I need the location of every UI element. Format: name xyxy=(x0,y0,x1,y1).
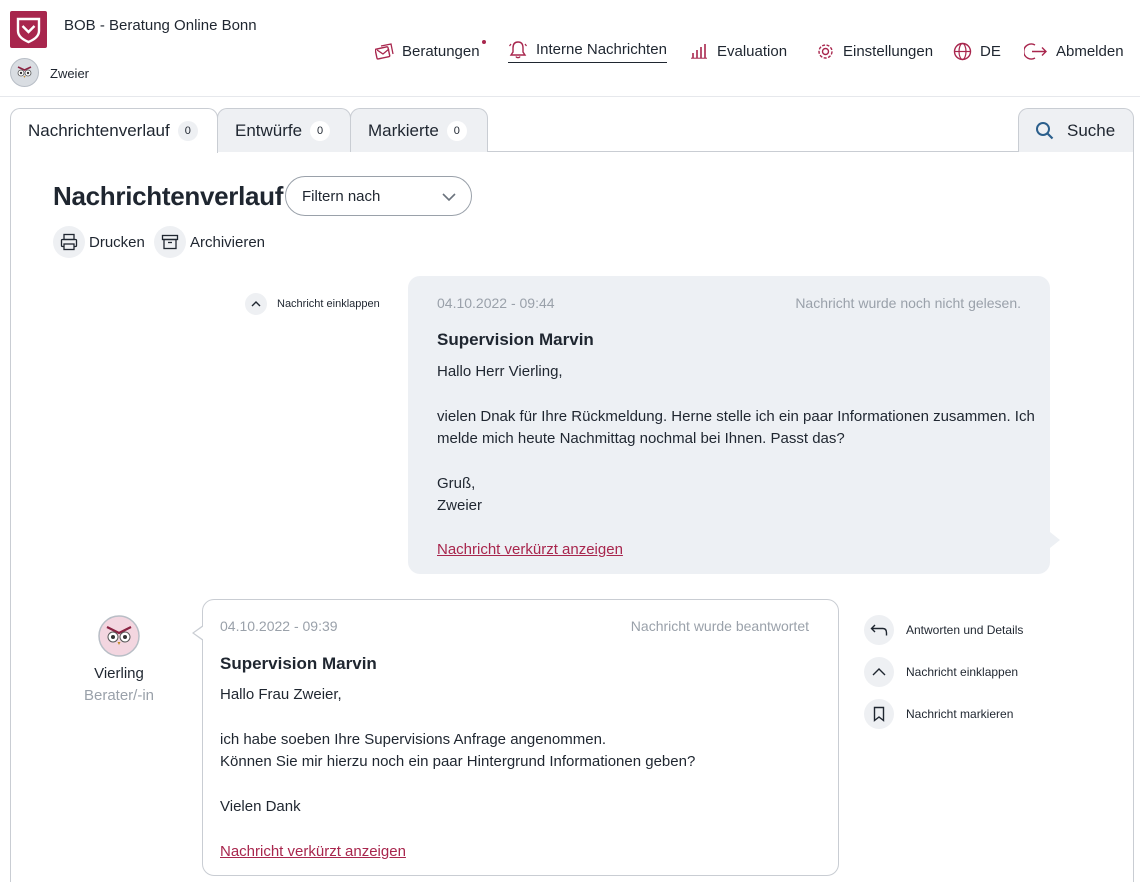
tab-markierte[interactable]: Markierte 0 xyxy=(350,108,488,152)
message-date: 04.10.2022 - 09:44 xyxy=(437,295,555,311)
tab-count-badge: 0 xyxy=(446,120,467,141)
message-text-line: Gruß, xyxy=(437,475,476,492)
message-subject: Supervision Marvin xyxy=(437,330,594,349)
search-label: Suche xyxy=(1067,120,1116,140)
globe-icon xyxy=(952,41,972,61)
message-status: Nachricht wurde beantwortet xyxy=(630,618,809,634)
bookmark-button[interactable]: Nachricht markieren xyxy=(864,699,1013,729)
logout-icon xyxy=(1024,41,1048,61)
nav-einstellungen[interactable]: Einstellungen xyxy=(815,36,933,66)
nav-interne-nachrichten[interactable]: Interne Nachrichten xyxy=(508,36,667,63)
archive-icon xyxy=(154,226,186,258)
message-bubble-other: 04.10.2022 - 09:39 Nachricht wurde beant… xyxy=(192,599,839,876)
collapse-label: Nachricht einklappen xyxy=(906,665,1019,679)
app-header: BOB - Beratung Online Bonn Zweier Beratu… xyxy=(0,0,1140,97)
collapse-label: Nachricht einklappen xyxy=(277,298,380,310)
bell-icon xyxy=(508,39,528,59)
gear-icon xyxy=(815,41,835,61)
archive-label: Archivieren xyxy=(190,233,266,251)
archive-button[interactable]: Archivieren xyxy=(154,225,265,259)
app-name: BOB - Beratung Online Bonn xyxy=(64,17,257,34)
tab-label: Entwürfe xyxy=(235,120,303,140)
page-title: Nachrichtenverlauf xyxy=(53,181,284,211)
tab-nachrichtenverlauf[interactable]: Nachrichtenverlauf 0 xyxy=(10,108,218,153)
sender-role: Berater/-in xyxy=(83,687,155,704)
message-text-line: Zweier xyxy=(437,497,483,514)
message-text-line: vielen Dnak für Ihre Rückmeldung. Herne … xyxy=(437,408,1035,425)
app-logo[interactable] xyxy=(10,11,47,48)
tab-label: Markierte xyxy=(368,120,439,140)
collapse-message-button[interactable]: Nachricht einklappen xyxy=(864,657,1018,687)
user-name: Zweier xyxy=(50,66,90,81)
bookmark-icon xyxy=(864,699,894,729)
message-status: Nachricht wurde noch nicht gelesen. xyxy=(795,295,1021,311)
user-avatar[interactable] xyxy=(10,58,39,87)
nav-label: Evaluation xyxy=(717,42,788,60)
nav-beratungen[interactable]: Beratungen xyxy=(374,36,486,66)
nav-label: Beratungen xyxy=(402,42,480,60)
nav-label: DE xyxy=(980,42,1001,60)
bookmark-label: Nachricht markieren xyxy=(906,707,1014,721)
sender-avatar xyxy=(98,615,140,657)
printer-icon xyxy=(53,226,85,258)
chevron-down-icon xyxy=(441,189,457,209)
collapse-message-button[interactable]: Nachricht einklappen xyxy=(245,292,380,316)
envelopes-icon xyxy=(374,41,394,61)
nav-language[interactable]: DE xyxy=(952,36,1001,66)
message-date: 04.10.2022 - 09:39 xyxy=(220,618,338,634)
reply-icon xyxy=(864,615,894,645)
tab-count-badge: 0 xyxy=(177,121,198,141)
show-shortened-link[interactable]: Nachricht verkürzt anzeigen xyxy=(437,541,623,558)
nav-label: Abmelden xyxy=(1056,42,1124,60)
search-button[interactable]: Suche xyxy=(1018,108,1134,152)
filter-select[interactable]: Filtern nach xyxy=(285,176,472,216)
filter-placeholder: Filtern nach xyxy=(302,187,381,205)
tab-label: Nachrichtenverlauf xyxy=(28,121,170,140)
tab-entwuerfe[interactable]: Entwürfe 0 xyxy=(217,108,351,152)
show-shortened-link[interactable]: Nachricht verkürzt anzeigen xyxy=(220,843,406,860)
notification-dot xyxy=(481,39,486,44)
message-text-line: Hallo Frau Zweier, xyxy=(220,686,342,703)
print-button[interactable]: Drucken xyxy=(53,225,145,259)
content-border xyxy=(1133,151,1134,882)
content-border xyxy=(10,151,11,882)
nav-label: Interne Nachrichten xyxy=(536,40,667,58)
message-text-line: melde mich heute Nachmittag nochmal bei … xyxy=(437,430,845,447)
message-bubble-own: 04.10.2022 - 09:44 Nachricht wurde noch … xyxy=(408,276,1060,574)
chevron-up-icon xyxy=(864,657,894,687)
print-label: Drucken xyxy=(89,233,145,251)
bar-chart-icon xyxy=(689,41,709,61)
message-subject: Supervision Marvin xyxy=(220,654,377,673)
nav-label: Einstellungen xyxy=(843,42,934,60)
sender-name: Vierling xyxy=(94,665,144,682)
message-text-line: Vielen Dank xyxy=(220,798,301,815)
search-icon xyxy=(1035,121,1054,140)
message-text-line: Hallo Herr Vierling, xyxy=(437,363,563,380)
message-text-line: Können Sie mir hierzu noch ein paar Hint… xyxy=(220,753,696,770)
message-text-line: ich habe soeben Ihre Supervisions Anfrag… xyxy=(220,731,607,748)
reply-button[interactable]: Antworten und Details xyxy=(864,615,1023,645)
reply-label: Antworten und Details xyxy=(906,623,1024,637)
nav-evaluation[interactable]: Evaluation xyxy=(689,36,787,66)
nav-abmelden[interactable]: Abmelden xyxy=(1024,36,1124,66)
tab-count-badge: 0 xyxy=(310,120,331,141)
chevron-up-icon xyxy=(245,293,267,315)
